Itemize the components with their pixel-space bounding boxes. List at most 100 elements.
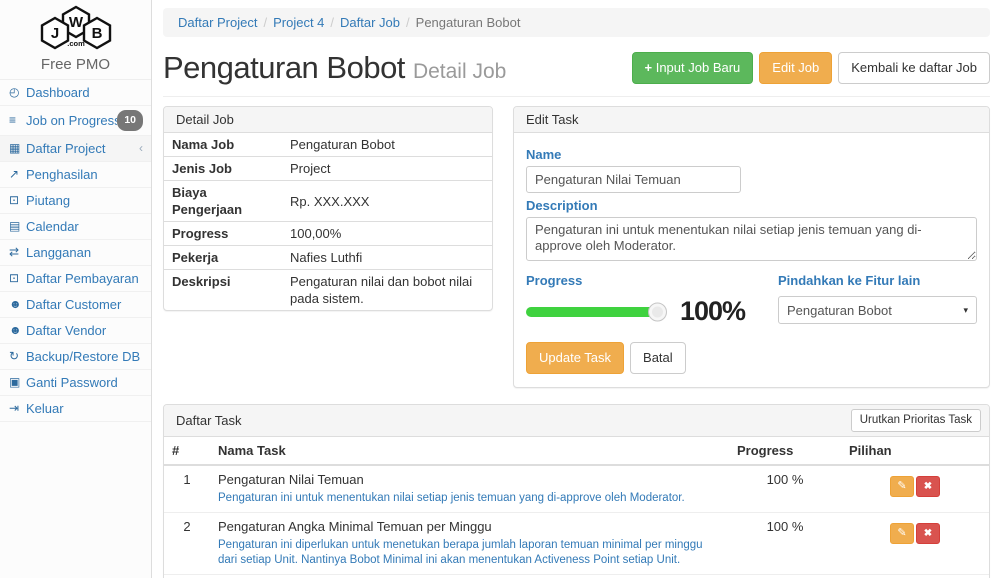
table-icon: ▦ bbox=[9, 140, 26, 157]
detail-job-panel-title: Detail Job bbox=[164, 107, 492, 133]
sidebar: W J B .com Free PMO ◴ Dashboard ≡ Job on… bbox=[0, 0, 152, 578]
sidebar-item-label: Keluar bbox=[26, 400, 143, 417]
sidebar-item-daftar-customer[interactable]: ☻ Daftar Customer bbox=[0, 292, 151, 318]
progress-slider[interactable] bbox=[526, 307, 658, 317]
name-label: Name bbox=[526, 147, 977, 162]
sidebar-item-job-on-progress[interactable]: ≡ Job on Progress 10 bbox=[0, 106, 151, 136]
sidebar-item-label: Piutang bbox=[26, 192, 143, 209]
sidebar-item-label: Job on Progress bbox=[26, 112, 117, 129]
sidebar-item-label: Calendar bbox=[26, 218, 143, 235]
column-header-progress: Progress bbox=[729, 437, 841, 465]
sidebar-item-keluar[interactable]: ⇥ Keluar bbox=[0, 396, 151, 422]
progress-value: 100% bbox=[680, 296, 745, 327]
svg-text:.com: .com bbox=[67, 39, 85, 48]
column-header-pilihan: Pilihan bbox=[841, 437, 989, 465]
sidebar-item-ganti-password[interactable]: ▣ Ganti Password bbox=[0, 370, 151, 396]
sidebar-item-dashboard[interactable]: ◴ Dashboard bbox=[0, 80, 151, 106]
sidebar-item-label: Backup/Restore DB bbox=[26, 348, 143, 365]
sidebar-item-penghasilan[interactable]: ↗ Penghasilan bbox=[0, 162, 151, 188]
sidebar-item-piutang[interactable]: ⊡ Piutang bbox=[0, 188, 151, 214]
breadcrumb-link-project-4[interactable]: Project 4 bbox=[273, 15, 324, 30]
progress-slider-handle[interactable] bbox=[648, 302, 667, 321]
sidebar-item-daftar-project[interactable]: ▦ Daftar Project ‹ bbox=[0, 136, 151, 162]
task-table: # Nama Task Progress Pilihan 1 Pengatura… bbox=[164, 437, 989, 578]
sidebar-item-label: Daftar Vendor bbox=[26, 322, 143, 339]
sidebar-item-langganan[interactable]: ⇄ Langganan bbox=[0, 240, 151, 266]
task-table-header-row: # Nama Task Progress Pilihan bbox=[164, 437, 989, 465]
task-name: Pengaturan Nilai Temuan bbox=[218, 472, 721, 488]
update-task-button[interactable]: Update Task bbox=[526, 342, 624, 374]
page-header: Pengaturan BobotDetail Job + Input Job B… bbox=[163, 48, 990, 97]
urutkan-prioritas-task-button-top[interactable]: Urutkan Prioritas Task bbox=[851, 409, 981, 431]
breadcrumb-current: Pengaturan Bobot bbox=[416, 15, 521, 30]
edit-job-button[interactable]: Edit Job bbox=[759, 52, 832, 84]
refresh-icon: ↻ bbox=[9, 348, 26, 365]
sidebar-item-daftar-vendor[interactable]: ☻ Daftar Vendor bbox=[0, 318, 151, 344]
sidebar-item-label: Ganti Password bbox=[26, 374, 143, 391]
page-title-block: Pengaturan BobotDetail Job bbox=[163, 50, 506, 86]
delete-task-icon-button[interactable]: ✖ bbox=[916, 523, 940, 544]
detail-row-biaya: Biaya PengerjaanRp. XXX.XXX bbox=[164, 181, 492, 222]
chevron-left-icon: ‹ bbox=[139, 140, 143, 157]
detail-row-jenis-job: Jenis JobProject bbox=[164, 157, 492, 181]
task-description: Pengaturan ini diperlukan untuk menetuka… bbox=[218, 538, 721, 568]
dashboard-icon: ◴ bbox=[9, 84, 26, 101]
list-icon: ≡ bbox=[9, 112, 26, 129]
sidebar-item-label: Penghasilan bbox=[26, 166, 143, 183]
sidebar-item-label: Daftar Project bbox=[26, 140, 139, 157]
task-name: Pengaturan Angka Minimal Temuan per Ming… bbox=[218, 519, 721, 535]
plus-icon: + bbox=[645, 60, 653, 75]
task-progress: 100 % bbox=[729, 512, 841, 574]
task-description: Pengaturan ini untuk menentukan nilai se… bbox=[218, 491, 721, 506]
svg-text:W: W bbox=[68, 14, 83, 31]
delete-task-icon-button[interactable]: ✖ bbox=[916, 476, 940, 497]
task-description-textarea[interactable]: Pengaturan ini untuk menentukan nilai se… bbox=[526, 217, 977, 261]
brand-block[interactable]: W J B .com Free PMO bbox=[0, 0, 151, 79]
sidebar-item-label: Daftar Pembayaran bbox=[26, 270, 143, 287]
svg-text:B: B bbox=[91, 25, 102, 42]
task-name-input[interactable] bbox=[526, 166, 741, 193]
task-row: 3 Pengaturan Bobot Activeness Point vs E… bbox=[164, 574, 989, 578]
edit-task-panel-title: Edit Task bbox=[514, 107, 989, 133]
daftar-task-panel: Daftar Task Urutkan Prioritas Task # Nam… bbox=[163, 404, 990, 578]
detail-row-pekerja: PekerjaNafies Luthfi bbox=[164, 246, 492, 270]
batal-button[interactable]: Batal bbox=[630, 342, 686, 374]
column-header-num: # bbox=[164, 437, 210, 465]
move-to-feature-select[interactable]: Pengaturan Bobot bbox=[778, 296, 977, 324]
progress-slider-fill bbox=[526, 307, 658, 317]
sidebar-item-daftar-pembayaran[interactable]: ⊡ Daftar Pembayaran bbox=[0, 266, 151, 292]
calendar-icon: ▤ bbox=[9, 218, 26, 235]
edit-task-icon-button[interactable]: ✎ bbox=[890, 476, 914, 497]
sidebar-item-backup-restore-db[interactable]: ↻ Backup/Restore DB bbox=[0, 344, 151, 370]
edit-task-icon-button[interactable]: ✎ bbox=[890, 523, 914, 544]
task-progress: 100 % bbox=[729, 574, 841, 578]
detail-job-panel: Detail Job Nama JobPengaturan Bobot Jeni… bbox=[163, 106, 493, 311]
sidebar-item-label: Dashboard bbox=[26, 84, 143, 101]
progress-label: Progress bbox=[526, 273, 776, 288]
daftar-task-panel-title: Daftar Task bbox=[176, 413, 242, 428]
column-header-nama-task: Nama Task bbox=[210, 437, 729, 465]
breadcrumb-separator: / bbox=[263, 15, 267, 30]
brand-name: Free PMO bbox=[0, 56, 151, 73]
job-count-badge: 10 bbox=[117, 110, 143, 131]
sidebar-item-calendar[interactable]: ▤ Calendar bbox=[0, 214, 151, 240]
sidebar-item-label: Daftar Customer bbox=[26, 296, 143, 313]
header-buttons: + Input Job Baru Edit Job Kembali ke daf… bbox=[632, 52, 991, 84]
breadcrumb-link-daftar-job[interactable]: Daftar Job bbox=[340, 15, 400, 30]
svg-text:J: J bbox=[50, 25, 58, 42]
detail-row-progress: Progress100,00% bbox=[164, 222, 492, 246]
detail-row-deskripsi: DeskripsiPengaturan nilai dan bobot nila… bbox=[164, 270, 492, 311]
detail-row-nama-job: Nama JobPengaturan Bobot bbox=[164, 133, 492, 157]
users-icon: ☻ bbox=[9, 296, 26, 313]
breadcrumb-link-daftar-project[interactable]: Daftar Project bbox=[178, 15, 257, 30]
main-content: Daftar Project/Project 4/Daftar Job/Peng… bbox=[152, 0, 1000, 578]
retweet-icon: ⇄ bbox=[9, 244, 26, 261]
description-label: Description bbox=[526, 198, 977, 213]
input-job-baru-button[interactable]: + Input Job Baru bbox=[632, 52, 754, 84]
kembali-ke-daftar-job-button[interactable]: Kembali ke daftar Job bbox=[838, 52, 990, 84]
detail-job-table: Nama JobPengaturan Bobot Jenis JobProjec… bbox=[164, 133, 492, 310]
breadcrumb-separator: / bbox=[330, 15, 334, 30]
users-icon: ☻ bbox=[9, 322, 26, 339]
edit-task-panel: Edit Task Name Description Pengaturan in… bbox=[513, 106, 990, 388]
jwb-logo: W J B .com bbox=[28, 5, 124, 51]
